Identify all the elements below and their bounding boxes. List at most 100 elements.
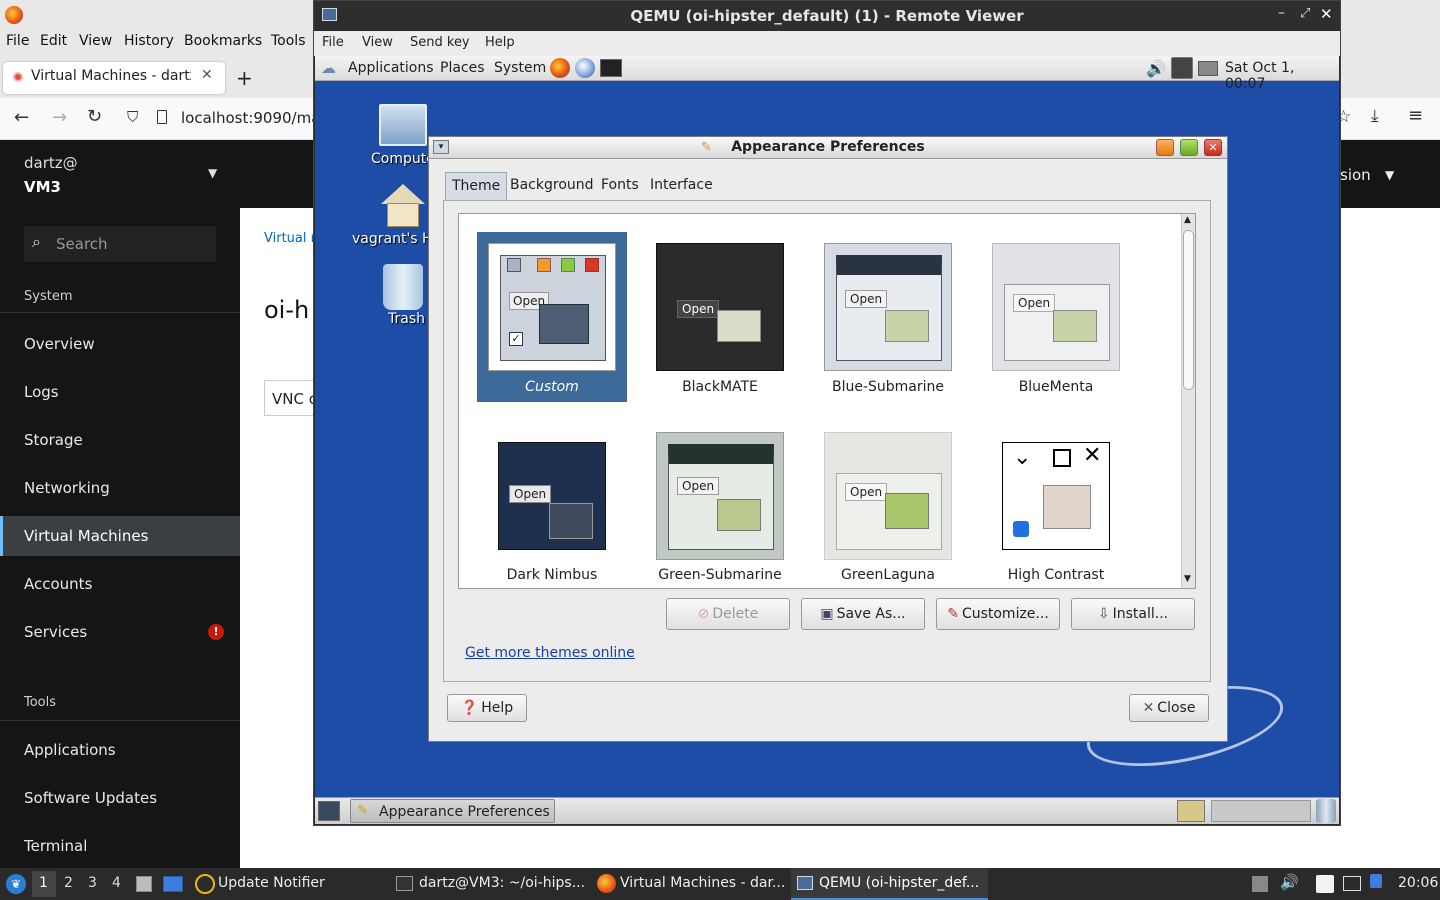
home-icon[interactable] [381, 184, 425, 204]
get-more-themes-link[interactable]: Get more themes online [465, 645, 635, 661]
theme-thumb-green-submarine[interactable]: Open [656, 432, 784, 560]
theme-thumb-dark-nimbus[interactable]: Open [498, 442, 606, 550]
theme-thumb-blue-submarine[interactable]: Open [824, 243, 952, 371]
tray-notification-icon[interactable] [1370, 874, 1382, 888]
start-menu-icon[interactable]: ❦ [6, 874, 26, 894]
file-manager-icon[interactable] [136, 876, 152, 892]
customize-button[interactable]: ✎ Customize... [936, 598, 1060, 630]
help-button[interactable]: ❓ Help [447, 694, 527, 722]
new-tab-button[interactable]: + [236, 66, 253, 90]
menu-bookmarks[interactable]: Bookmarks [184, 33, 262, 49]
update-notifier-icon[interactable] [195, 874, 215, 894]
workspace-1[interactable]: 1 [39, 875, 48, 891]
desktop-label-trash[interactable]: Trash [388, 311, 425, 327]
qemu-menu-send-key[interactable]: Send key [410, 35, 470, 50]
menu-view[interactable]: View [79, 33, 112, 49]
tray-clipboard-icon[interactable] [1316, 875, 1334, 893]
tab-virtual-machines[interactable]: Virtual Machines - dartz@ ✕ [3, 62, 225, 94]
install-button[interactable]: ⇩ Install... [1071, 598, 1195, 630]
tab-close-icon[interactable]: ✕ [201, 67, 213, 83]
tab-theme[interactable]: Theme [445, 172, 508, 200]
sidebar-item-logs[interactable]: Logs [24, 383, 59, 401]
guest-desktop[interactable]: ☁ Applications Places System 🔊 Sat Oct 1… [315, 56, 1339, 824]
sidebar-item-overview[interactable]: Overview [24, 335, 95, 353]
desktop-label-computer[interactable]: Compute [371, 151, 435, 167]
maximize-icon[interactable]: ⤢ [1300, 6, 1310, 21]
computer-icon[interactable] [379, 104, 427, 146]
task-firefox[interactable]: Virtual Machines - dar... [620, 875, 785, 891]
tray-display-icon[interactable] [1343, 876, 1361, 891]
qemu-menu-view[interactable]: View [362, 35, 393, 50]
task-update-notifier[interactable]: Update Notifier [218, 875, 325, 891]
show-desktop-icon[interactable] [163, 876, 183, 892]
theme-thumb-greenlaguna[interactable]: Open [824, 432, 952, 560]
desktop-label-home[interactable]: vagrant's H [352, 231, 433, 247]
theme-name-high-contrast[interactable]: High Contrast [972, 567, 1140, 583]
scrollbar[interactable]: ▲ ▼ [1181, 214, 1195, 588]
tray-volume-icon[interactable]: 🔊 [1280, 873, 1299, 891]
network-icon[interactable] [1198, 61, 1218, 76]
qemu-menu-help[interactable]: Help [485, 35, 515, 50]
theme-thumb-custom[interactable]: Open ✓ [488, 243, 616, 371]
tab-interface[interactable]: Interface [644, 172, 719, 200]
menu-edit[interactable]: Edit [40, 33, 67, 49]
theme-thumb-blackmate[interactable]: Open [656, 243, 784, 371]
forward-icon[interactable]: → [52, 107, 67, 128]
workspace-switcher-icon[interactable] [1177, 800, 1205, 822]
shield-icon[interactable]: ⛉ [127, 108, 138, 126]
workspace-2[interactable]: 2 [64, 875, 73, 891]
theme-name-greenlaguna[interactable]: GreenLaguna [804, 567, 972, 583]
close-icon[interactable]: ✕ [1204, 139, 1222, 156]
clock-applet-icon[interactable] [1171, 57, 1193, 79]
sidebar-item-virtual-machines[interactable]: Virtual Machines [0, 516, 240, 556]
task-terminal[interactable]: dartz@VM3: ~/oi-hips... [419, 875, 585, 891]
maximize-icon[interactable] [1180, 139, 1198, 156]
guest-terminal-icon[interactable] [600, 59, 622, 77]
back-icon[interactable]: ← [14, 107, 29, 128]
trash-icon[interactable] [383, 264, 423, 310]
menu-history[interactable]: History [124, 33, 174, 49]
scrollbar-thumb[interactable] [1183, 230, 1194, 390]
sidebar-item-software-updates[interactable]: Software Updates [24, 789, 157, 807]
close-icon[interactable]: ✕ [1320, 5, 1333, 23]
theme-name-blackmate[interactable]: BlackMATE [636, 379, 804, 395]
trash-icon[interactable] [1316, 799, 1336, 823]
sidebar-item-terminal[interactable]: Terminal [24, 837, 87, 855]
delete-button[interactable]: ⊘ Delete [666, 598, 790, 630]
show-desktop-icon[interactable] [318, 801, 340, 821]
guest-menu-applications[interactable]: Applications [348, 60, 434, 76]
volume-icon[interactable]: 🔊 [1146, 59, 1166, 78]
theme-thumb-bluementa[interactable]: Open [992, 243, 1120, 371]
theme-name-dark-nimbus[interactable]: Dark Nimbus [468, 567, 636, 583]
guest-thunderbird-icon[interactable] [575, 58, 595, 78]
workspace-switcher[interactable] [1211, 800, 1311, 822]
session-dropdown-icon[interactable]: ▼ [1385, 168, 1394, 182]
menu-tools[interactable]: Tools [271, 33, 306, 49]
scroll-up-icon[interactable]: ▲ [1184, 215, 1191, 225]
task-qemu-active[interactable]: QEMU (oi-hipster_def... [791, 868, 988, 900]
tray-eject-icon[interactable] [1252, 876, 1268, 892]
theme-list[interactable]: Open ✓ Custom Open BlackMATE Open Blue-S… [458, 213, 1196, 589]
qemu-menu-file[interactable]: File [322, 35, 344, 50]
theme-name-custom[interactable]: Custom [468, 379, 636, 395]
save-as-button[interactable]: ▣ Save As... [801, 598, 925, 630]
workspace-3[interactable]: 3 [88, 875, 97, 891]
sidebar-item-accounts[interactable]: Accounts [24, 575, 92, 593]
url-input[interactable]: localhost:9090/mac [181, 109, 329, 127]
minimize-icon[interactable] [1156, 139, 1174, 156]
close-button[interactable]: ✕ Close [1129, 694, 1209, 722]
host-clock[interactable]: 20:06 [1398, 875, 1438, 891]
host-dropdown-icon[interactable]: ▼ [208, 166, 217, 180]
session-menu[interactable]: sion [1340, 166, 1371, 184]
hamburger-menu-icon[interactable]: ≡ [1408, 105, 1423, 126]
sidebar-item-storage[interactable]: Storage [24, 431, 83, 449]
sidebar-item-services[interactable]: Services [24, 623, 87, 641]
scroll-down-icon[interactable]: ▼ [1184, 574, 1191, 584]
tab-fonts[interactable]: Fonts [595, 172, 645, 200]
guest-clock[interactable]: Sat Oct 1, 00:07 [1225, 60, 1339, 92]
sidebar-item-networking[interactable]: Networking [24, 479, 110, 497]
guest-menu-system[interactable]: System [494, 60, 546, 76]
reload-icon[interactable]: ↻ [87, 106, 102, 127]
minimize-icon[interactable]: – [1278, 5, 1285, 21]
taskbar-item-appearance[interactable]: ✎ Appearance Preferences [350, 799, 555, 823]
